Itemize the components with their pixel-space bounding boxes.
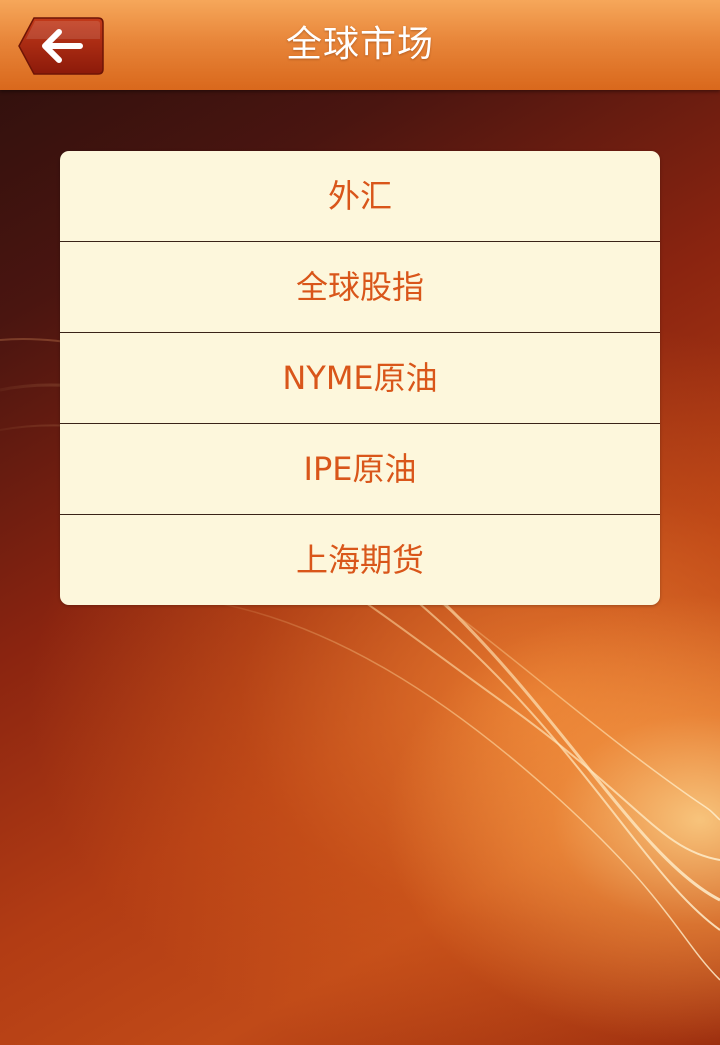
menu-item-shanghai-futures[interactable]: 上海期货 xyxy=(60,515,660,605)
arrow-left-icon xyxy=(18,17,104,75)
page-title: 全球市场 xyxy=(285,24,434,65)
header-bar: 全球市场 xyxy=(0,0,720,90)
back-button[interactable] xyxy=(18,17,104,75)
menu-item-nyme-crude[interactable]: NYME原油 xyxy=(60,333,660,424)
market-menu: 外汇 全球股指 NYME原油 IPE原油 上海期货 xyxy=(60,151,660,605)
menu-item-ipe-crude[interactable]: IPE原油 xyxy=(60,424,660,515)
menu-item-global-indices[interactable]: 全球股指 xyxy=(60,242,660,333)
menu-item-forex[interactable]: 外汇 xyxy=(60,151,660,242)
